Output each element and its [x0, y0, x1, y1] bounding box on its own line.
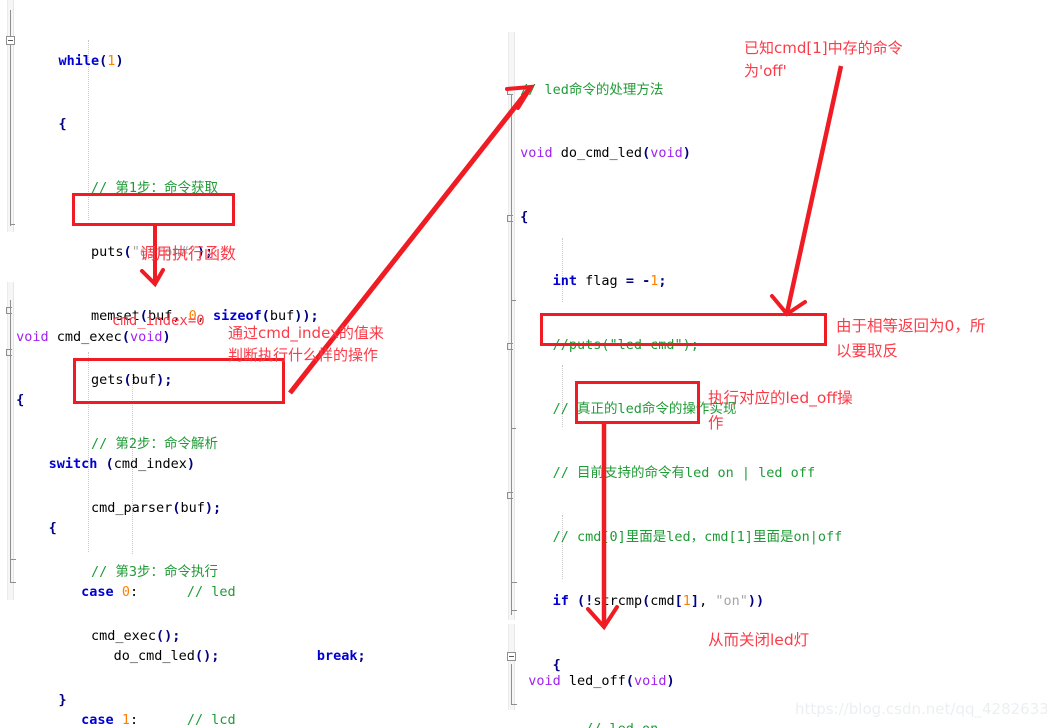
annotation-exec-led-off: 执行对应的led_off操 作: [708, 389, 853, 432]
fold-end-tick-left-top: [10, 224, 15, 225]
code-line: while(1): [58, 52, 124, 69]
box-if-strcmp-off: [540, 313, 827, 346]
annotation-turn-off-led: 从而关闭led灯: [708, 631, 810, 649]
code-line: do_cmd_led(); break;: [8, 648, 366, 665]
code-line: {: [58, 116, 67, 133]
annotation-known-cmd1: 已知cmd[1]中存的命令 为'off': [744, 39, 903, 80]
code-line: // cmd[0]里面是led，cmd[1]里面是on|off: [552, 528, 843, 545]
code-line: void led_off(void): [528, 672, 675, 689]
code-line: int flag = -1;: [552, 273, 667, 290]
code-line: case 1: // lcd: [81, 711, 236, 728]
code-line: {: [48, 520, 57, 537]
annotation-call-exec-fn: 调用执行函数: [140, 244, 237, 263]
code-line: switch (cmd_index): [48, 456, 195, 473]
annotation-equal-returns-zero: 由于相等返回为0，所 以要取反: [836, 317, 986, 360]
code-line: // 目前支持的命令有led on | led off: [552, 464, 816, 481]
code-line: if (!strcmp(cmd[1], "on")): [552, 592, 765, 609]
annotation-cmd-index-value: cmd_index=0: [112, 313, 205, 329]
fold-collapse-box-left-top[interactable]: [6, 36, 15, 45]
code-line: case 0: // led: [81, 584, 236, 601]
code-line: {: [520, 209, 529, 226]
annotation-judge-operation: 通过cmd_index的值来 判断执行什么样的操作: [228, 324, 384, 364]
box-led-off-call: [575, 381, 700, 424]
box-cmd-exec-call: [72, 193, 235, 226]
screenshot-root: while(1) { // 第1步：命令获取 puts("aston#"); m…: [0, 0, 1047, 728]
csdn-watermark: https://blog.csdn.net/qq_42826337: [795, 700, 1047, 718]
code-line: void do_cmd_led(void): [520, 145, 691, 162]
